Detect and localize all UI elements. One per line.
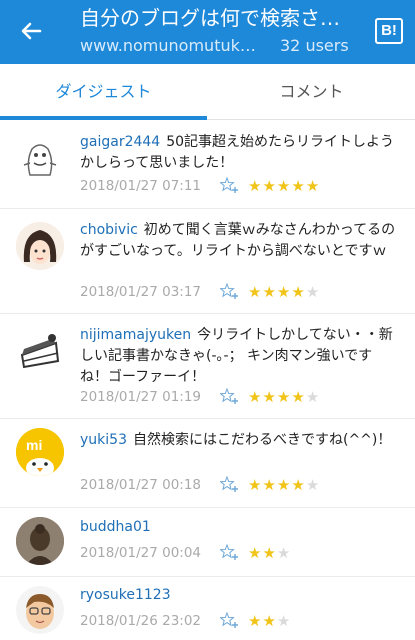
comment-body: ryosuke1123 bbox=[80, 585, 399, 606]
add-star-button[interactable] bbox=[219, 543, 240, 562]
star-filled-icon: ★ bbox=[305, 177, 321, 195]
comment-username[interactable]: yuki53 bbox=[80, 432, 127, 448]
comment-item[interactable]: nijimamajyuken 今リライトしかしてない・・新しい記事書かなきゃ(-｡… bbox=[0, 315, 415, 419]
star-empty-icon: ★ bbox=[276, 612, 292, 630]
star-rating: ★★★★★ bbox=[248, 282, 320, 302]
star-rating: ★★★★★ bbox=[248, 387, 320, 407]
star-rating: ★★★★★ bbox=[248, 475, 320, 495]
comment-username[interactable]: buddha01 bbox=[80, 519, 151, 535]
add-star-button[interactable] bbox=[219, 282, 240, 301]
hatena-bookmark-button[interactable]: B! bbox=[375, 18, 403, 44]
star-filled-icon: ★ bbox=[276, 177, 292, 195]
star-filled-icon: ★ bbox=[276, 388, 292, 406]
comment-date: 2018/01/27 07:11 bbox=[80, 178, 202, 194]
active-tab-indicator bbox=[0, 116, 207, 120]
add-star-button[interactable] bbox=[219, 611, 240, 630]
star-filled-icon: ★ bbox=[248, 388, 263, 406]
star-filled-icon: ★ bbox=[262, 544, 277, 562]
star-filled-icon: ★ bbox=[262, 476, 277, 494]
star-filled-icon: ★ bbox=[262, 388, 277, 406]
star-filled-icon: ★ bbox=[262, 177, 277, 195]
comment-username[interactable]: ryosuke1123 bbox=[80, 587, 171, 603]
tab-bar: ダイジェスト コメント bbox=[0, 64, 415, 120]
tab-digest[interactable]: ダイジェスト bbox=[0, 64, 207, 120]
comment-username[interactable]: chobivic bbox=[80, 222, 138, 238]
comment-date: 2018/01/27 03:17 bbox=[80, 284, 202, 300]
comment-item[interactable]: gaigar2444 50記事超え始めたらリライトしようかしらって思いました！ 2… bbox=[0, 121, 415, 209]
comment-text: 自然検索にはこだわるべきですね(^^)！ bbox=[132, 432, 392, 448]
star-empty-icon: ★ bbox=[305, 283, 321, 301]
app-header: 自分のブログは何で検索さ… www.nomunomutuk… 32 users … bbox=[0, 0, 415, 64]
star-filled-icon: ★ bbox=[291, 177, 306, 195]
add-star-icon bbox=[219, 282, 238, 299]
comment-body: buddha01 bbox=[80, 517, 399, 538]
page-title: 自分のブログは何で検索さ… bbox=[80, 6, 340, 30]
comment-date: 2018/01/27 01:19 bbox=[80, 389, 202, 405]
star-empty-icon: ★ bbox=[276, 544, 292, 562]
star-filled-icon: ★ bbox=[248, 612, 263, 630]
star-filled-icon: ★ bbox=[276, 283, 292, 301]
comment-date: 2018/01/27 00:04 bbox=[80, 545, 202, 561]
comment-body: chobivic 初めて聞く言葉ｗみなさんわかってるのがすごいなって。リライトから… bbox=[80, 220, 399, 262]
comment-body: gaigar2444 50記事超え始めたらリライトしようかしらって思いました！ bbox=[80, 132, 399, 174]
avatar[interactable] bbox=[16, 517, 64, 565]
star-filled-icon: ★ bbox=[248, 283, 263, 301]
star-filled-icon: ★ bbox=[248, 177, 263, 195]
star-filled-icon: ★ bbox=[262, 283, 277, 301]
add-star-icon bbox=[219, 611, 238, 628]
avatar[interactable] bbox=[16, 327, 64, 375]
star-empty-icon: ★ bbox=[305, 476, 321, 494]
avatar[interactable]: mi bbox=[16, 428, 64, 476]
back-button[interactable] bbox=[14, 14, 48, 48]
star-filled-icon: ★ bbox=[248, 476, 263, 494]
add-star-icon bbox=[219, 387, 238, 404]
svg-text:mi: mi bbox=[26, 437, 42, 453]
add-star-icon bbox=[219, 543, 238, 560]
add-star-button[interactable] bbox=[219, 176, 240, 195]
star-filled-icon: ★ bbox=[248, 544, 263, 562]
add-star-button[interactable] bbox=[219, 387, 240, 406]
star-filled-icon: ★ bbox=[291, 388, 306, 406]
star-filled-icon: ★ bbox=[262, 612, 277, 630]
avatar[interactable] bbox=[16, 586, 64, 634]
avatar[interactable] bbox=[16, 222, 64, 270]
comment-username[interactable]: gaigar2444 bbox=[80, 134, 160, 150]
tab-comment[interactable]: コメント bbox=[208, 64, 415, 120]
comment-username[interactable]: nijimamajyuken bbox=[80, 327, 191, 343]
comment-item[interactable]: chobivic 初めて聞く言葉ｗみなさんわかってるのがすごいなって。リライトから… bbox=[0, 210, 415, 314]
star-filled-icon: ★ bbox=[291, 476, 306, 494]
star-filled-icon: ★ bbox=[291, 283, 306, 301]
star-rating: ★★★ bbox=[248, 611, 291, 631]
add-star-icon bbox=[219, 176, 238, 193]
comment-body: nijimamajyuken 今リライトしかしてない・・新しい記事書かなきゃ(-｡… bbox=[80, 325, 399, 388]
add-star-button[interactable] bbox=[219, 475, 240, 494]
comment-item[interactable]: ryosuke1123 2018/01/26 23:02 ★★★ bbox=[0, 578, 415, 640]
comment-date: 2018/01/26 23:02 bbox=[80, 613, 202, 629]
star-rating: ★★★★★ bbox=[248, 176, 320, 196]
comment-item[interactable]: buddha01 2018/01/27 00:04 ★★★ bbox=[0, 509, 415, 577]
star-empty-icon: ★ bbox=[305, 388, 321, 406]
avatar[interactable] bbox=[16, 135, 64, 183]
comment-body: yuki53 自然検索にはこだわるべきですね(^^)！ bbox=[80, 430, 399, 451]
add-star-icon bbox=[219, 475, 238, 492]
star-filled-icon: ★ bbox=[276, 476, 292, 494]
comment-date: 2018/01/27 00:18 bbox=[80, 477, 202, 493]
bookmark-user-count[interactable]: 32 users bbox=[280, 35, 349, 57]
comment-item[interactable]: mi yuki53 自然検索にはこだわるべきですね(^^)！ 2018/01/27… bbox=[0, 420, 415, 508]
arrow-left-icon bbox=[21, 22, 42, 40]
page-url[interactable]: www.nomunomutuk… bbox=[80, 35, 256, 57]
star-rating: ★★★ bbox=[248, 543, 291, 563]
